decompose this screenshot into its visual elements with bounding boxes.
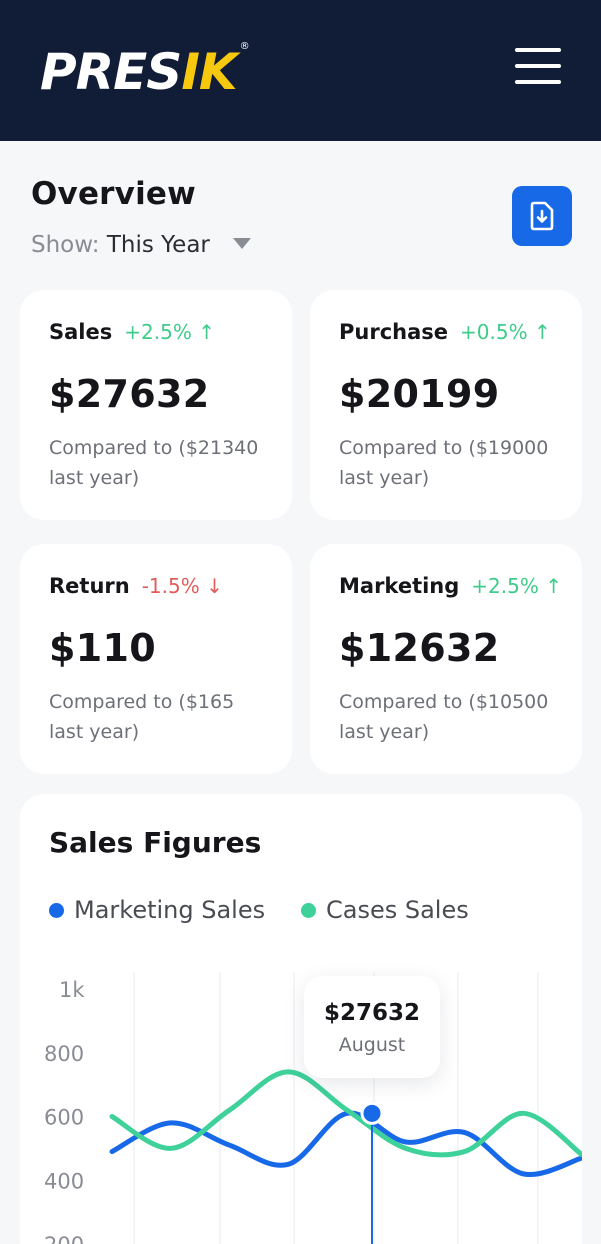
tooltip-value: $27632 (323, 1000, 421, 1026)
period-value: This Year (106, 232, 210, 258)
arrow-down-icon: ↓ (206, 574, 223, 598)
card-title: Marketing (339, 574, 460, 598)
download-report-button[interactable] (512, 186, 572, 246)
top-bar: PRESIK ® (0, 0, 601, 141)
period-selector[interactable]: Show: This Year (31, 232, 252, 258)
sales-card[interactable]: Sales +2.5% ↑ $27632 Compared to ($21340 … (20, 290, 292, 520)
y-tick-label: 1k (59, 978, 85, 1002)
card-title: Purchase (339, 320, 449, 344)
card-value: $20199 (339, 372, 500, 416)
arrow-up-icon: ↑ (198, 320, 215, 344)
card-compare: Compared to ($10500 last year) (339, 691, 549, 743)
sales-line-chart[interactable]: 1k 800 600 400 200 (20, 794, 582, 1244)
arrow-up-icon: ↑ (533, 320, 551, 344)
card-compare: Compared to ($165 last year) (49, 691, 235, 743)
y-tick-label: 400 (44, 1169, 84, 1193)
y-tick-label: 200 (44, 1233, 84, 1244)
marketing-card[interactable]: Marketing +2.5% ↑ $12632 Compared to ($10… (310, 544, 582, 774)
card-value: $12632 (339, 626, 500, 670)
change-badge: -1.5% ↓ (141, 574, 223, 598)
change-badge: +2.5% ↑ (124, 320, 215, 344)
presik-logo[interactable]: PRESIK ® (40, 42, 250, 102)
purchase-card[interactable]: Purchase +0.5% ↑ $20199 Compared to ($190… (310, 290, 582, 520)
sales-figures-card: Sales Figures Marketing Sales Cases Sale… (20, 794, 582, 1244)
show-label: Show: (31, 232, 100, 258)
return-card[interactable]: Return -1.5% ↓ $110 Compared to ($165 las… (20, 544, 292, 774)
hamburger-menu-icon[interactable] (512, 46, 564, 86)
file-download-icon (530, 201, 554, 231)
chart-tooltip: $27632 August (304, 976, 440, 1078)
change-badge: +2.5% ↑ (471, 574, 562, 598)
tooltip-label: August (338, 1034, 406, 1056)
arrow-up-icon: ↑ (545, 574, 562, 598)
tooltip-point[interactable] (360, 1101, 384, 1125)
y-tick-label: 600 (44, 1106, 84, 1130)
change-badge: +0.5% ↑ (460, 320, 551, 344)
caret-down-icon (233, 238, 252, 249)
card-value: $110 (49, 626, 156, 670)
card-value: $27632 (49, 372, 210, 416)
card-compare: Compared to ($21340 last year) (49, 437, 259, 489)
y-tick-label: 800 (44, 1042, 84, 1066)
card-title: Sales (49, 320, 113, 344)
card-compare: Compared to ($19000 last year) (339, 437, 549, 489)
card-title: Return (49, 574, 130, 598)
page-title: Overview (31, 176, 196, 212)
